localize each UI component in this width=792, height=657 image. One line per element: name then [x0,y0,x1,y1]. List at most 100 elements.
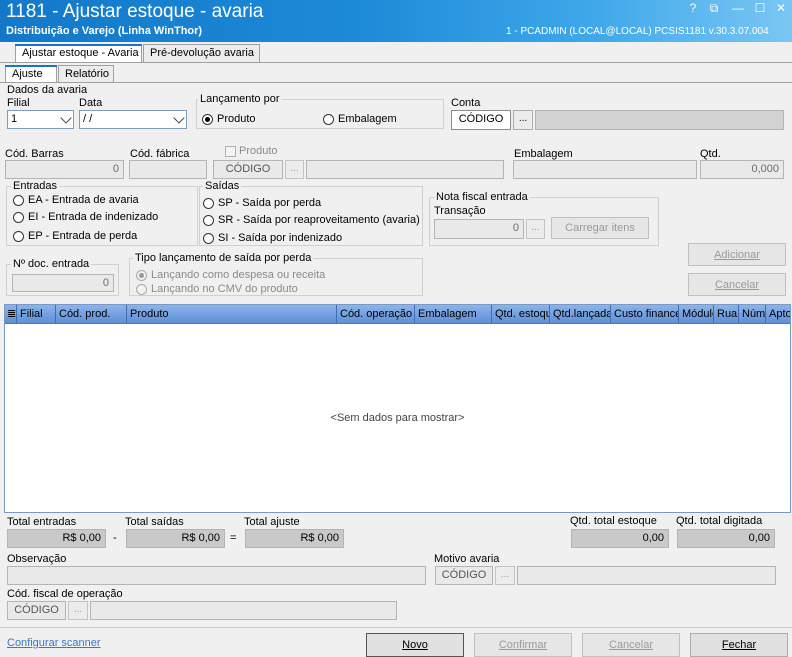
radio-ei-label: EI - Entrada de indenizado [28,211,159,223]
col-cod-operacao[interactable]: Cód. operação [337,305,415,323]
radio-cmv[interactable] [136,284,147,295]
col-num[interactable]: Núm [739,305,766,323]
minus-sign: - [113,532,117,544]
conta-codigo-input[interactable]: CÓDIGO [451,110,511,130]
chevron-down-icon [173,112,185,124]
adicionar-button[interactable]: Adicionar [688,243,786,266]
col-filial[interactable]: Filial [17,305,56,323]
filial-select[interactable]: 1 [7,110,74,129]
total-entradas-label: Total entradas [7,516,77,528]
radio-ea[interactable] [13,195,24,206]
cod-fiscal-search-button[interactable]: ... [68,601,88,620]
observacao-label: Observação [7,553,67,565]
produto-checkbox[interactable] [225,146,236,157]
cod-barras-input[interactable]: 0 [5,160,124,179]
grid-header: ≣ Filial Cód. prod. Produto Cód. operaçã… [5,305,790,324]
col-apto[interactable]: Apto [766,305,790,323]
total-saidas-label: Total saídas [125,516,184,528]
restore-icon[interactable]: ⧉ [706,1,722,16]
conta-label: Conta [451,97,481,109]
confirmar-button[interactable]: Confirmar [474,633,572,657]
tab-divider [0,62,792,63]
maximize-icon[interactable]: ☐ [752,1,768,15]
embalagem-input[interactable] [513,160,697,179]
configurar-scanner-link[interactable]: Configurar scanner [7,637,101,649]
tab-ajustar-estoque[interactable]: Ajustar estoque - Avaria [15,44,142,62]
radio-si[interactable] [203,233,214,244]
entradas-title: Entradas [11,180,60,192]
qtd-total-digitada-value: 0,00 [677,529,775,548]
motivo-search-button[interactable]: ... [495,566,515,585]
transacao-input[interactable]: 0 [434,219,524,239]
total-saidas-value: R$ 0,00 [126,529,225,548]
data-label: Data [79,97,103,109]
col-cod-prod[interactable]: Cód. prod. [56,305,127,323]
cod-fiscal-codigo-input[interactable]: CÓDIGO [7,601,66,620]
observacao-input[interactable] [7,566,426,585]
radio-embalagem[interactable] [323,114,334,125]
ndoc-input[interactable]: 0 [12,274,114,292]
radio-ep[interactable] [13,231,24,242]
novo-button[interactable]: Novo [366,633,464,657]
radio-cmv-label: Lançando no CMV do produto [151,283,298,295]
radio-sr[interactable] [203,215,214,226]
dados-title: Dados da avaria [7,84,88,96]
conta-search-button[interactable]: ... [513,110,533,130]
grid-empty-message: <Sem dados para mostrar> [330,412,465,424]
filial-label: Filial [7,97,30,109]
cancelar-button[interactable]: Cancelar [582,633,680,657]
radio-ei[interactable] [13,212,24,223]
window-subtitle: Distribuição e Varejo (Linha WinThor) [6,25,203,37]
transacao-search-button[interactable]: ... [526,219,545,239]
tab-pre-devolucao[interactable]: Pré-devolução avaria [143,44,260,62]
col-qtd-lancada[interactable]: Qtd.lançada [550,305,611,323]
window-title: 1181 - Ajustar estoque - avaria [6,1,264,22]
chevron-down-icon [60,112,72,124]
carregar-itens-button[interactable]: Carregar itens [551,217,649,239]
qtd-total-digitada-label: Qtd. total digitada [676,515,763,527]
tab-ajuste[interactable]: Ajuste [5,65,57,83]
transacao-label: Transação [434,205,486,217]
cod-fiscal-descricao [90,601,397,620]
radio-embalagem-label: Embalagem [338,113,397,125]
subtab-divider [0,82,792,83]
radio-produto-label: Produto [217,113,256,125]
data-value: / / [83,113,93,125]
total-entradas-value: R$ 0,00 [7,529,106,548]
data-input[interactable]: / / [79,110,187,129]
radio-produto[interactable] [202,114,213,125]
col-rua[interactable]: Rua [714,305,739,323]
col-produto[interactable]: Produto [127,305,337,323]
radio-ea-label: EA - Entrada de avaria [28,194,139,206]
cod-barras-label: Cód. Barras [5,148,64,160]
lancamento-title: Lançamento por [198,93,282,105]
equals-sign: = [230,532,237,544]
radio-despesa[interactable] [136,270,147,281]
radio-sp[interactable] [203,198,214,209]
cod-fabrica-input[interactable] [129,160,207,179]
tipo-title: Tipo lançamento de saída por perda [133,252,314,264]
produto-search-button[interactable]: ... [285,160,304,179]
col-qtd-estoque[interactable]: Qtd. estoque [492,305,550,323]
help-icon[interactable]: ? [685,1,701,15]
qtd-input[interactable]: 0,000 [700,160,784,179]
radio-sp-label: SP - Saída por perda [218,197,322,209]
col-modulo[interactable]: Módulo [679,305,714,323]
radio-sr-label: SR - Saída por reaproveitamento (avaria) [218,214,420,226]
conta-descricao [535,110,784,130]
col-custo-financeiro[interactable]: Custo financeiro [611,305,679,323]
cod-fabrica-label: Cód. fábrica [130,148,190,160]
close-icon[interactable]: ✕ [773,1,789,15]
qtd-label: Qtd. [700,148,721,160]
filial-value: 1 [11,113,18,125]
cancelar-item-button[interactable]: Cancelar [688,273,786,296]
motivo-codigo-input[interactable]: CÓDIGO [435,566,493,585]
produto-codigo-input[interactable]: CÓDIGO [213,160,283,179]
col-embalagem[interactable]: Embalagem [415,305,492,323]
grid-menu-icon[interactable]: ≣ [5,305,17,323]
items-grid[interactable]: ≣ Filial Cód. prod. Produto Cód. operaçã… [4,304,791,513]
minimize-icon[interactable]: — [730,1,746,15]
fechar-button[interactable]: Fechar [690,633,788,657]
tab-relatorio[interactable]: Relatório [58,65,114,83]
user-info: 1 - PCADMIN (LOCAL@LOCAL) PCSIS1181 v.30… [506,26,769,37]
